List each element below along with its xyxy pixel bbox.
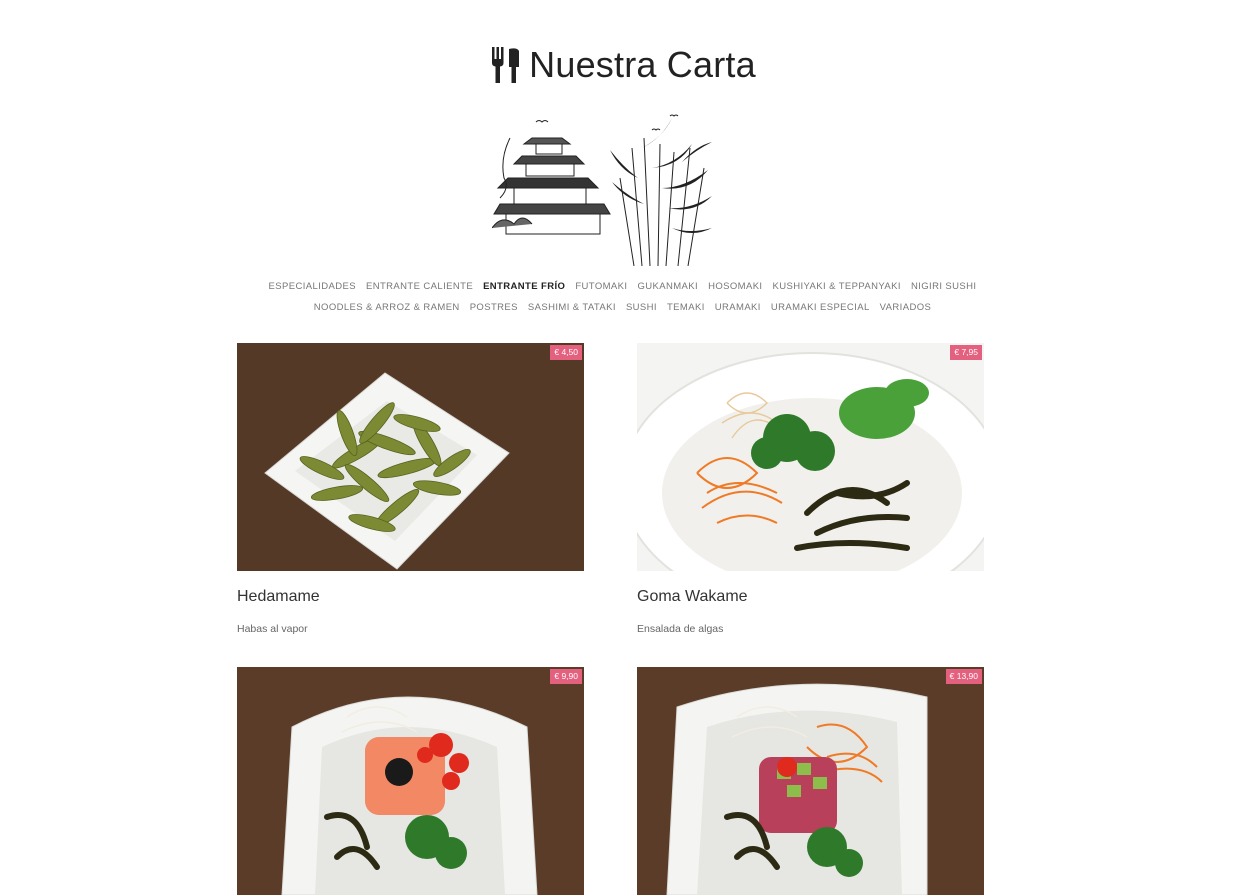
nav-gukanmaki[interactable]: GUKANMAKI: [637, 281, 698, 292]
category-nav-row-2: NOODLES & ARROZ & RAMEN POSTRES SASHIMI …: [0, 302, 1245, 313]
edamame-photo[interactable]: € 4,50: [237, 343, 584, 571]
price-badge: € 4,50: [550, 345, 582, 360]
page-title: Nuestra Carta: [529, 44, 756, 85]
price-badge: € 13,90: [945, 669, 982, 684]
nav-entrante-frio[interactable]: ENTRANTE FRÍO: [483, 281, 565, 292]
dish-name[interactable]: Goma Wakame: [637, 588, 984, 606]
page-header: Nuestra Carta: [0, 44, 1245, 86]
nav-nigiri-sushi[interactable]: NIGIRI SUSHI: [911, 281, 977, 292]
nav-uramaki-especial[interactable]: URAMAKI ESPECIAL: [771, 302, 870, 313]
nav-kushiyaki-teppanyaki[interactable]: KUSHIYAKI & TEPPANYAKI: [772, 281, 900, 292]
dish-card[interactable]: € 4,50 Hedamame Habas al vapor: [237, 343, 584, 635]
category-nav-row-1: ESPECIALIDADES ENTRANTE CALIENTE ENTRANT…: [0, 281, 1245, 292]
dish-description: Ensalada de algas: [637, 623, 724, 635]
price-badge: € 9,90: [550, 669, 582, 684]
nav-especialidades[interactable]: ESPECIALIDADES: [269, 281, 356, 292]
japanese-castle-bamboo-illustration: [492, 114, 712, 266]
dish-card[interactable]: € 9,90: [237, 667, 584, 895]
dish-card[interactable]: € 13,90: [637, 667, 984, 895]
dish-card[interactable]: € 7,95 Goma Wakame Ensalada de algas: [637, 343, 984, 635]
nav-sashimi-tataki[interactable]: SASHIMI & TATAKI: [528, 302, 616, 313]
salmon-tartar-photo[interactable]: € 9,90: [237, 667, 584, 895]
cutlery-icon: [492, 47, 520, 83]
nav-futomaki[interactable]: FUTOMAKI: [575, 281, 627, 292]
dish-description: Habas al vapor: [237, 623, 308, 635]
nav-sushi[interactable]: SUSHI: [626, 302, 657, 313]
nav-hosomaki[interactable]: HOSOMAKI: [708, 281, 762, 292]
nav-noodles-arroz-ramen[interactable]: NOODLES & ARROZ & RAMEN: [314, 302, 460, 313]
nav-uramaki[interactable]: URAMAKI: [715, 302, 761, 313]
nav-entrante-caliente[interactable]: ENTRANTE CALIENTE: [366, 281, 473, 292]
dish-name[interactable]: Hedamame: [237, 588, 584, 606]
nav-temaki[interactable]: TEMAKI: [667, 302, 705, 313]
price-badge: € 7,95: [950, 345, 982, 360]
tuna-tartar-photo[interactable]: € 13,90: [637, 667, 984, 895]
seaweed-salad-photo[interactable]: € 7,95: [637, 343, 984, 571]
nav-postres[interactable]: POSTRES: [470, 302, 518, 313]
nav-variados[interactable]: VARIADOS: [880, 302, 932, 313]
